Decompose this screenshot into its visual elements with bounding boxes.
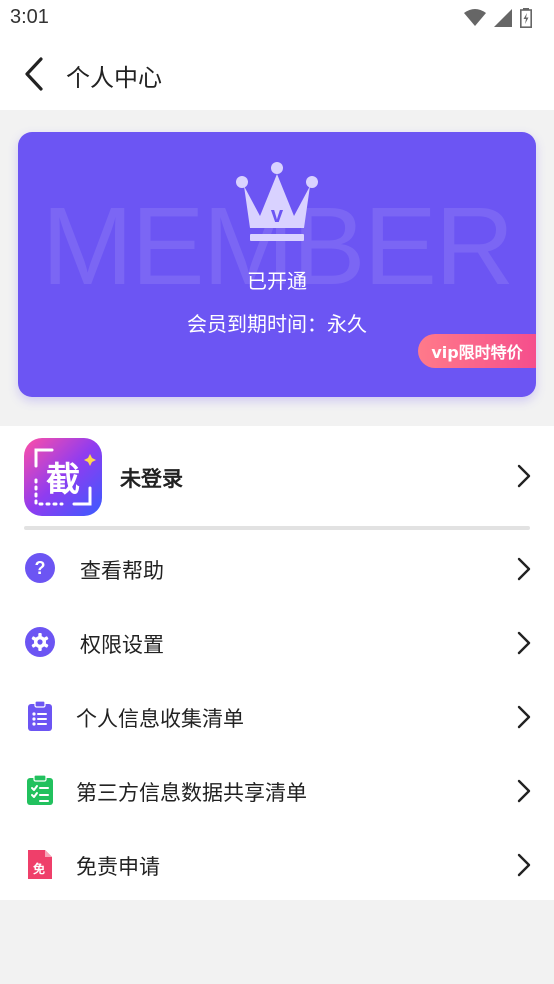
menu-item-help[interactable]: ? 查看帮助	[0, 532, 554, 606]
bottom-empty-area	[0, 900, 554, 984]
chevron-right-icon	[517, 705, 531, 729]
menu-item-third-party-list[interactable]: 第三方信息数据共享清单	[0, 754, 554, 828]
page-title: 个人中心	[66, 64, 162, 92]
menu-item-label: 查看帮助	[80, 559, 164, 583]
status-bar: 3:01	[0, 0, 554, 38]
crown-icon: v	[236, 162, 318, 241]
menu-item-label: 个人信息收集清单	[76, 707, 244, 731]
clipboard-check-icon	[27, 774, 53, 805]
vip-promo-badge[interactable]: vip限时特价	[418, 334, 536, 368]
gear-icon	[25, 627, 55, 657]
login-row[interactable]: 截 未登录	[0, 426, 554, 528]
app-header: 个人中心	[0, 38, 554, 110]
chevron-right-icon	[517, 464, 531, 488]
chevron-right-icon	[517, 779, 531, 803]
menu-item-disclaimer[interactable]: 免 免责申请	[0, 828, 554, 902]
chevron-left-icon	[25, 57, 43, 91]
chevron-right-icon	[517, 853, 531, 877]
menu-item-label: 权限设置	[80, 633, 164, 657]
back-button[interactable]	[16, 54, 52, 94]
help-icon: ?	[25, 553, 55, 583]
wifi-icon	[464, 9, 486, 26]
status-time: 3:01	[10, 6, 49, 28]
menu-item-label: 第三方信息数据共享清单	[76, 781, 307, 805]
svg-text:?: ?	[35, 558, 46, 578]
chevron-right-icon	[517, 631, 531, 655]
settings-list: 截 未登录 ? 查看帮助 权限设置 个人信息收集清单 第三方信息数据共享清单 免…	[0, 426, 554, 900]
member-card: MEMBER v 已开通 会员到期时间：永久 vip限时特价	[18, 132, 536, 397]
app-logo: 截	[24, 438, 102, 516]
member-expire-text: 会员到期时间：永久	[187, 312, 367, 336]
document-free-icon: 免	[28, 850, 52, 879]
menu-item-permissions[interactable]: 权限设置	[0, 606, 554, 680]
member-status: 已开通	[247, 269, 307, 293]
svg-text:免: 免	[33, 861, 45, 876]
login-label: 未登录	[120, 467, 183, 491]
chevron-right-icon	[517, 557, 531, 581]
battery-icon	[520, 8, 532, 28]
app-logo-char: 截	[46, 460, 80, 500]
menu-item-personal-info-list[interactable]: 个人信息收集清单	[0, 680, 554, 754]
crown-letter: v	[271, 202, 284, 227]
status-icons	[464, 8, 532, 28]
clipboard-list-icon	[28, 700, 52, 731]
divider	[24, 526, 530, 530]
menu-item-label: 免责申请	[76, 855, 160, 879]
signal-icon	[494, 9, 512, 27]
